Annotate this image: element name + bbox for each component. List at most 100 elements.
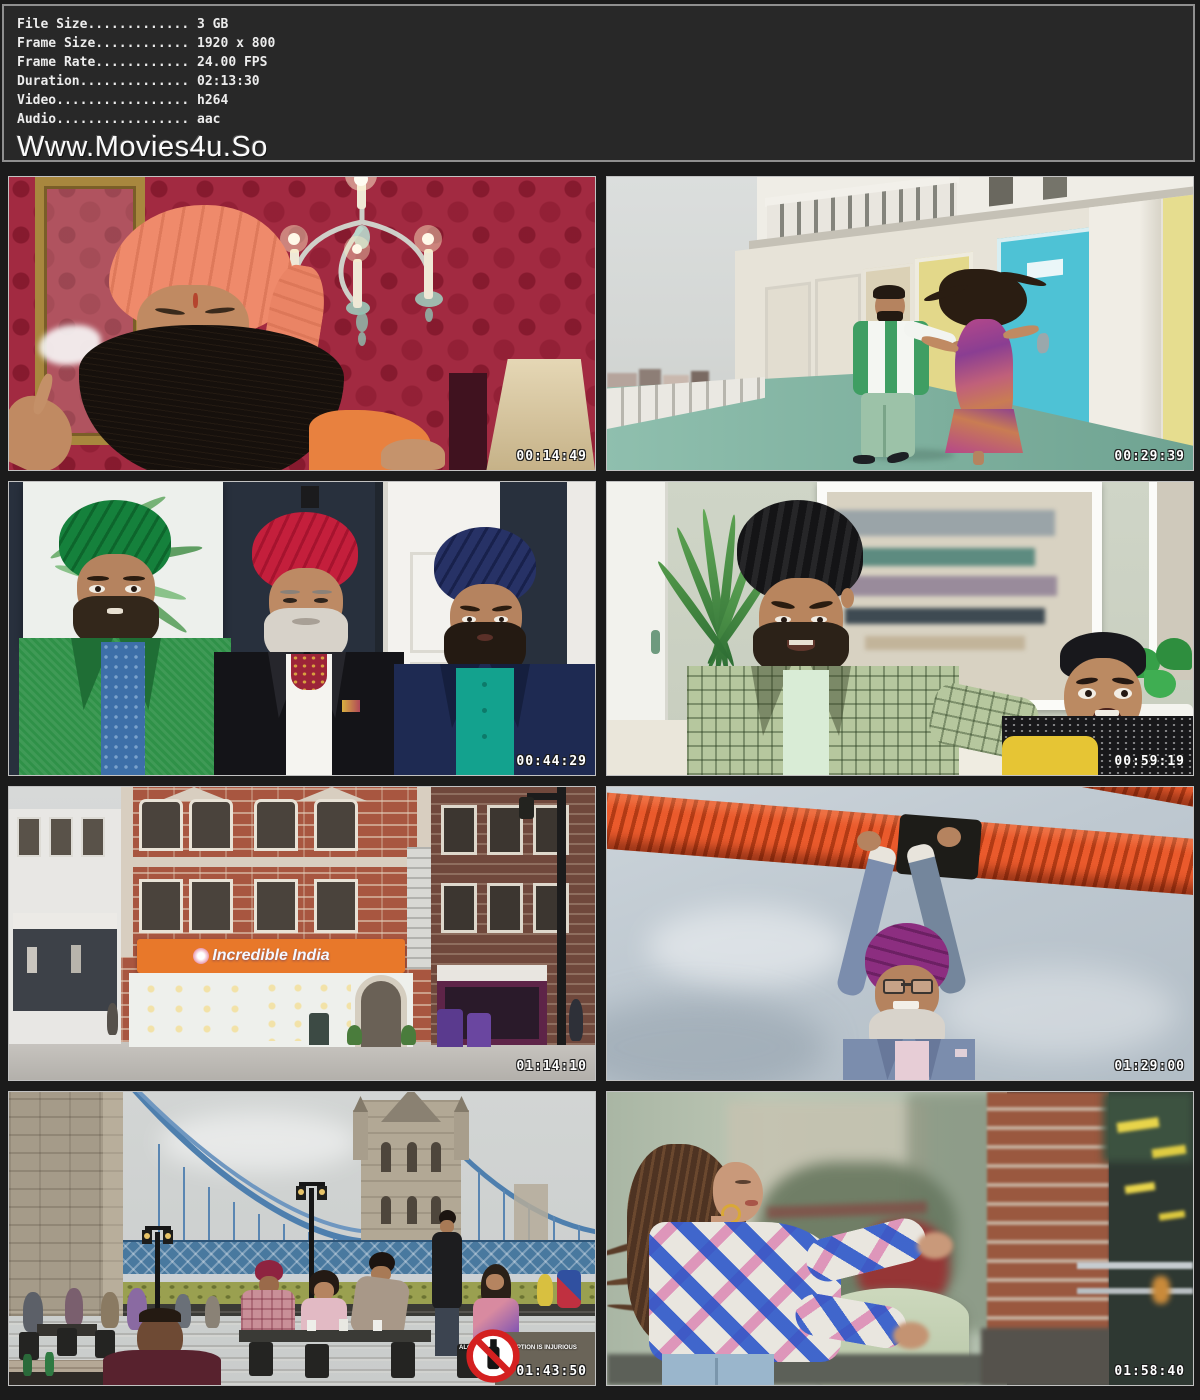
jeans [662,1354,774,1385]
pillar-base [981,1328,1115,1385]
sneaker [853,455,875,464]
hand-right [381,439,445,470]
light-green-shirt [783,670,829,775]
window-slot [989,176,1013,207]
pupil [95,586,101,592]
green-bottle [23,1354,32,1376]
button [482,734,487,739]
face [486,1274,504,1290]
pedestrian [569,999,583,1041]
man-navy-turban [394,522,595,775]
dancing-woman [929,269,1041,465]
topiary [401,1025,416,1045]
maroon-turban-man [241,1260,295,1340]
figure-reflection [1152,1276,1170,1304]
yellow-cushion [1002,736,1098,775]
jeans [435,1308,459,1356]
meta-line-frame-rate: Frame Rate............ 24.00 FPS [17,53,1193,72]
watermark: Www.Movies4u.So [17,131,1193,164]
pupil [131,586,137,592]
screenshot-6: 01:29:00 [606,786,1194,1081]
timestamp: 01:58:40 [1114,1364,1185,1379]
blurred-hand [893,1322,929,1349]
screenshot-3: 00:44:29 [8,481,596,776]
shop-fascia [437,965,547,981]
metal-chair [305,1344,329,1378]
purple-bin [467,1013,491,1047]
mannequin [71,945,81,973]
timestamp: 01:29:00 [1114,1059,1185,1074]
gray-eyebrow [312,590,332,594]
window [139,799,183,851]
lamp-glow [319,1189,325,1195]
cloud [647,907,847,987]
jeans-seam [715,1358,718,1385]
grinning-teeth [893,1001,919,1009]
lips [745,1200,758,1206]
metal-chair [57,1328,77,1356]
window [441,883,477,933]
shop-window [137,979,247,1041]
timestamp: 00:59:19 [1114,754,1185,769]
window [81,817,105,857]
gray-eyebrow [280,590,300,594]
meta-line-video: Video................. h264 [17,91,1193,110]
tower-window [407,1142,417,1172]
closed-eye [735,1180,751,1184]
cafe-patron [101,1292,119,1328]
storefront [129,973,413,1047]
pocket-square [955,1049,967,1057]
cup [373,1320,382,1331]
lamp-glow [144,1233,150,1239]
timestamp: 00:29:39 [1114,449,1185,464]
man-green-turban [19,492,231,775]
tower-window [407,1196,417,1224]
pocket-square [342,700,360,712]
cafe-patron [65,1288,83,1326]
patron-red-blue-jacket [557,1270,581,1308]
timestamp: 01:14:10 [516,1059,587,1074]
cafe-patron [205,1296,220,1328]
button [482,682,487,687]
gripping-hand [857,831,881,851]
teeth [789,640,813,645]
lamp-glow [165,1233,171,1239]
cream-band [121,857,431,867]
door-yellow-right [1163,195,1193,459]
distant-modern-building [407,847,433,969]
arch-doorway [361,981,401,1047]
cup [339,1319,348,1331]
meta-line-frame-size: Frame Size............ 1920 x 800 [17,34,1193,53]
mustache [292,618,320,625]
tilak-mark [193,293,198,308]
cup [307,1320,316,1331]
glasses-lens [883,979,905,994]
window [487,805,523,855]
gripping-hand [937,827,961,847]
leg [973,451,984,465]
screenshot-8: 01:58:40 [606,1091,1194,1386]
blue-shirt [101,642,145,775]
screenshot-5: Incredible India [8,786,596,1081]
white-building [9,809,121,1044]
window [17,817,41,857]
green-bottle [45,1352,54,1376]
window [189,879,233,933]
lamp-head [519,797,534,819]
purple-bin [437,1009,463,1047]
eyebrow [123,576,145,581]
eye [314,598,328,603]
window-slot [1043,176,1067,200]
stone-arch [355,975,407,1047]
incredible-india-sign: Incredible India [137,939,405,973]
topiary [347,1025,362,1045]
timestamp: 01:43:50 [516,1364,587,1379]
railing [1077,1262,1193,1269]
window [314,879,358,933]
blurred-hand [917,1232,953,1259]
man-black-turban [687,494,959,775]
glasses-bridge [901,983,911,986]
arm [1002,323,1039,340]
glasses-lens [911,979,933,994]
metal-chair [391,1342,415,1378]
